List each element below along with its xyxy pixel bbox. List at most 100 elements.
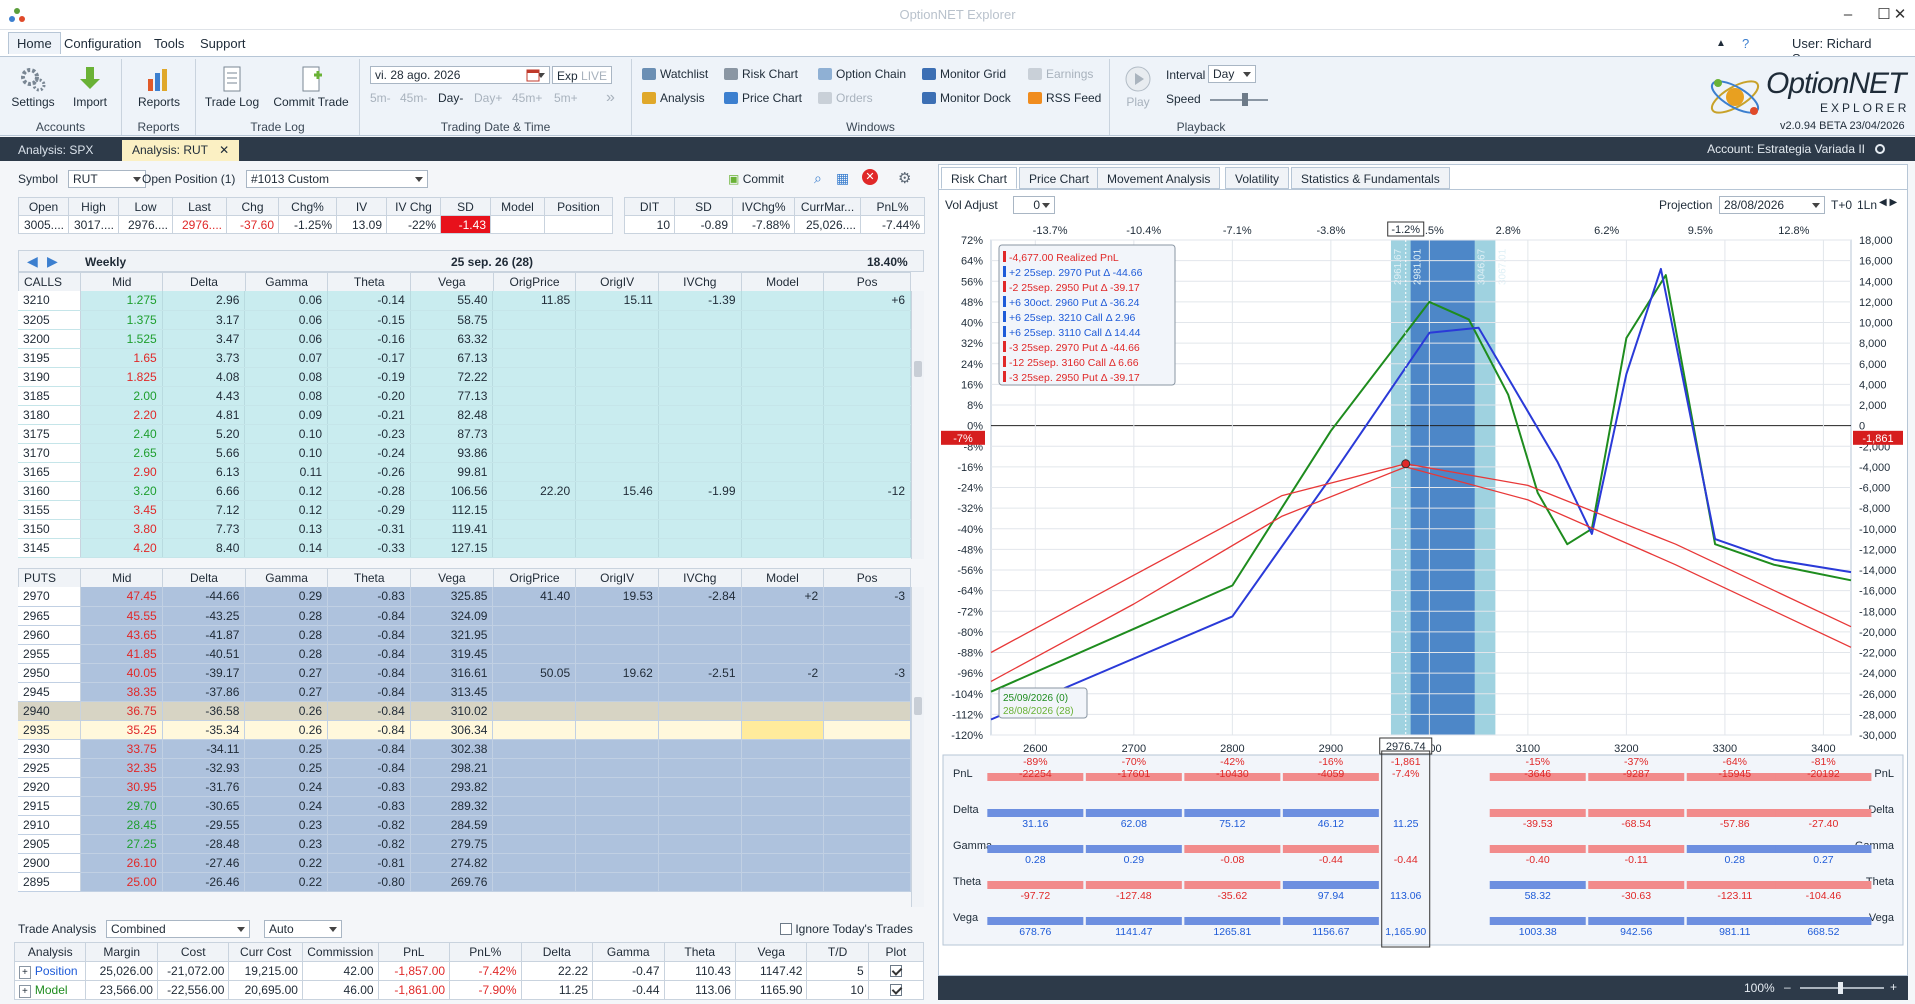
chain-cell[interactable] (658, 625, 742, 645)
strike-cell[interactable]: 2945 (18, 682, 82, 702)
chain-cell[interactable] (575, 720, 659, 740)
chain-cell[interactable] (658, 310, 742, 330)
chain-cell[interactable] (658, 682, 742, 702)
chain-cell[interactable]: 0.28 (244, 625, 329, 645)
chain-cell[interactable] (658, 815, 742, 835)
step-back-45m[interactable]: 45m- (400, 89, 427, 107)
chain-cell[interactable] (658, 834, 742, 854)
chain-cell[interactable]: 127.15 (410, 538, 494, 558)
strike-cell[interactable]: 3175 (18, 424, 82, 444)
chain-cell[interactable] (823, 758, 911, 778)
chain-cell[interactable]: 0.06 (244, 329, 329, 349)
tab-risk-chart[interactable]: Risk Chart (941, 167, 1018, 189)
tab-analysis-rut[interactable]: Analysis: RUT ✕ (122, 140, 240, 161)
chain-cell[interactable] (823, 606, 911, 626)
chain-cell[interactable] (823, 777, 911, 797)
risk-chart[interactable]: 2961.67 2981.01 3046.67 3067.01 72% 18,000 64%… (939, 215, 1907, 955)
fast-forward-icon[interactable]: » (606, 89, 615, 107)
chain-cell[interactable]: -0.84 (327, 663, 411, 683)
strike-cell[interactable]: 3150 (18, 519, 82, 539)
monitor-grid-button[interactable]: Monitor Grid (922, 65, 1006, 83)
calls-row[interactable]: 3150 3.80 7.73 0.13 -0.31 119.41 (18, 519, 911, 539)
open-position-select[interactable]: #1013 Custom (246, 170, 428, 188)
chain-cell[interactable]: 2.96 (162, 291, 246, 311)
chain-cell[interactable] (741, 720, 825, 740)
ribbon-collapse-icon[interactable]: ▲ (1710, 37, 1732, 50)
strike-cell[interactable]: 2905 (18, 834, 82, 854)
tab-movement-analysis[interactable]: Movement Analysis (1097, 167, 1221, 189)
chain-cell[interactable] (823, 386, 911, 406)
t0-toggle[interactable]: T+0 (1831, 198, 1852, 212)
chain-cell[interactable] (492, 758, 577, 778)
chain-cell[interactable]: 2.00 (80, 386, 163, 406)
chain-cell[interactable] (658, 853, 742, 873)
chain-cell[interactable] (823, 739, 911, 759)
chain-cell[interactable]: 55.40 (410, 291, 494, 311)
reports-button[interactable]: Reports (132, 65, 186, 109)
earnings-button[interactable]: Earnings (1028, 65, 1093, 83)
expiration-toggle[interactable]: Exp LIVE (552, 66, 613, 84)
chain-cell[interactable]: -12 (823, 481, 911, 501)
chain-cell[interactable] (658, 405, 742, 425)
chain-cell[interactable]: -0.26 (327, 462, 411, 482)
chain-cell[interactable] (658, 443, 742, 463)
trade-log-button[interactable]: Trade Log (202, 65, 262, 109)
tab-volatility[interactable]: Volatility (1225, 167, 1290, 189)
strike-cell[interactable]: 3205 (18, 310, 82, 330)
puts-row[interactable]: 2945 38.35 -37.86 0.27 -0.84 313.45 (18, 682, 911, 702)
chain-cell[interactable]: 43.65 (80, 625, 163, 645)
chain-cell[interactable] (575, 348, 659, 368)
strike-cell[interactable]: 2940 (18, 701, 82, 721)
chain-cell[interactable] (823, 625, 911, 645)
chain-cell[interactable]: 284.59 (410, 815, 494, 835)
ln-toggle[interactable]: 1Ln (1857, 198, 1877, 212)
chain-cell[interactable]: 119.41 (410, 519, 494, 539)
chain-cell[interactable]: -0.17 (327, 348, 411, 368)
chain-cell[interactable]: 82.48 (410, 405, 494, 425)
chain-cell[interactable] (658, 386, 742, 406)
chain-cell[interactable] (575, 462, 659, 482)
chain-cell[interactable]: 1.275 (80, 291, 163, 311)
chain-cell[interactable]: 7.73 (162, 519, 246, 539)
chain-cell[interactable]: 40.05 (80, 663, 163, 683)
chain-cell[interactable]: -37.86 (162, 682, 246, 702)
chain-cell[interactable] (823, 872, 911, 892)
chain-cell[interactable] (492, 329, 577, 349)
chain-cell[interactable]: -0.84 (327, 739, 411, 759)
chain-cell[interactable] (823, 367, 911, 387)
speed-slider[interactable] (1210, 99, 1268, 101)
step-back-day[interactable]: Day- (438, 89, 463, 107)
chain-cell[interactable]: -0.82 (327, 834, 411, 854)
delete-icon[interactable]: ✕ (862, 169, 878, 185)
trade-analysis-auto-select[interactable]: Auto (264, 920, 342, 938)
ta-row[interactable]: + Model 23,566.00 -22,556.00 20,695.00 46.00-… (13, 980, 925, 1000)
chain-cell[interactable]: -29.55 (162, 815, 246, 835)
chain-cell[interactable] (823, 796, 911, 816)
trade-analysis-mode-select[interactable]: Combined (106, 920, 250, 938)
chain-cell[interactable]: +6 (823, 291, 911, 311)
chain-cell[interactable] (823, 329, 911, 349)
chain-cell[interactable] (741, 739, 825, 759)
chain-cell[interactable] (741, 405, 825, 425)
chain-cell[interactable]: 325.85 (410, 587, 494, 607)
chain-cell[interactable]: 316.61 (410, 663, 494, 683)
chain-cell[interactable] (741, 815, 825, 835)
chain-cell[interactable]: 319.45 (410, 644, 494, 664)
chain-cell[interactable]: 324.09 (410, 606, 494, 626)
chain-cell[interactable] (823, 424, 911, 444)
chain-cell[interactable]: -0.84 (327, 625, 411, 645)
chain-cell[interactable] (658, 348, 742, 368)
chain-cell[interactable]: 19.62 (575, 663, 659, 683)
chain-cell[interactable]: 0.07 (244, 348, 329, 368)
chain-cell[interactable]: -0.29 (327, 500, 411, 520)
chain-cell[interactable] (492, 815, 577, 835)
puts-row[interactable]: 2930 33.75 -34.11 0.25 -0.84 302.38 (18, 739, 911, 759)
chain-cell[interactable]: 0.27 (244, 663, 329, 683)
watchlist-button[interactable]: Watchlist (642, 65, 708, 83)
chain-cell[interactable]: 0.28 (244, 644, 329, 664)
commit-button[interactable]: ▣ Commit (728, 172, 784, 186)
chain-cell[interactable]: 302.38 (410, 739, 494, 759)
chain-cell[interactable]: 28.45 (80, 815, 163, 835)
chain-cell[interactable] (575, 386, 659, 406)
chain-cell[interactable] (575, 739, 659, 759)
